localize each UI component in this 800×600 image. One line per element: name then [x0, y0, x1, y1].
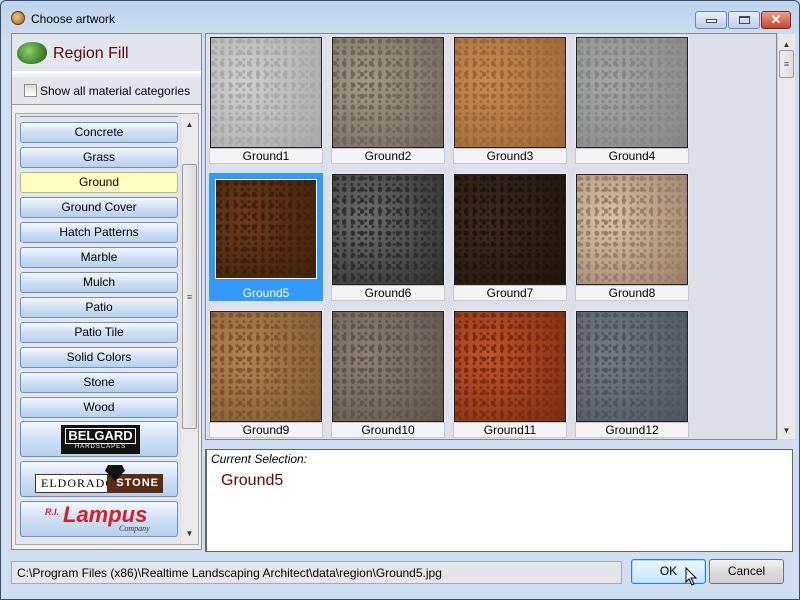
window-title: Choose artwork — [31, 12, 116, 26]
brand-button-eldorado-stone[interactable]: ELDORADO STONE — [20, 461, 178, 497]
category-button-ground[interactable]: Ground — [20, 172, 178, 193]
lampus-sub: Company — [119, 524, 150, 533]
category-button-grass[interactable]: Grass — [20, 147, 178, 168]
category-list: BELGARD HARDSCAPES ELDORADO STONE R.I. L… — [15, 113, 199, 545]
artwork-tile[interactable]: Ground5 — [209, 173, 323, 301]
artwork-tile[interactable]: Ground7 — [453, 173, 567, 301]
artwork-tile[interactable]: Ground2 — [331, 36, 445, 164]
artwork-scrollbar[interactable]: ▲ ≡ ▼ — [777, 34, 795, 439]
artwork-label: Ground9 — [209, 422, 323, 438]
artwork-label: Ground7 — [453, 285, 567, 301]
artwork-label: Ground4 — [575, 148, 689, 164]
category-button-concrete[interactable]: Concrete — [20, 122, 178, 143]
shrub-icon — [17, 42, 47, 64]
artwork-label: Ground8 — [575, 285, 689, 301]
texture-thumbnail — [454, 174, 566, 285]
category-title: Region Fill — [53, 45, 129, 62]
scroll-thumb[interactable]: ≡ — [182, 164, 197, 429]
minimize-button[interactable] — [695, 11, 727, 29]
scroll-down-icon[interactable]: ▼ — [778, 426, 795, 435]
scroll-up-icon[interactable]: ▲ — [181, 120, 198, 129]
category-panel: Region Fill Show all material categories… — [11, 33, 202, 550]
choose-artwork-dialog: Choose artwork ✕ Region Fill Show all ma… — [0, 0, 800, 600]
artwork-grid: ▲ ≡ ▼ Ground1 Ground2 Ground3 Ground4 Ground… — [205, 33, 795, 440]
mouse-cursor-icon — [685, 567, 698, 586]
eldorado-text: ELDORADO — [41, 476, 115, 490]
texture-thumbnail — [454, 311, 566, 422]
maximize-button[interactable] — [728, 11, 760, 29]
belgard-sub: HARDSCAPES — [74, 444, 127, 450]
scroll-up-icon[interactable]: ▲ — [778, 40, 795, 49]
category-button-solid-colors[interactable]: Solid Colors — [20, 347, 178, 368]
artwork-label: Ground5 — [209, 285, 323, 301]
artwork-label: Ground11 — [453, 422, 567, 438]
texture-thumbnail — [576, 37, 688, 148]
belgard-text: BELGARD — [65, 428, 136, 444]
texture-thumbnail — [332, 311, 444, 422]
maximize-icon — [738, 16, 750, 24]
artwork-tile[interactable]: Ground9 — [209, 310, 323, 438]
minimize-icon — [705, 19, 717, 23]
texture-thumbnail — [215, 179, 317, 279]
brand-button-belgard[interactable]: BELGARD HARDSCAPES — [20, 421, 178, 457]
artwork-label: Ground3 — [453, 148, 567, 164]
scroll-down-icon[interactable]: ▼ — [181, 529, 198, 538]
list-divider — [20, 116, 178, 117]
category-button-wood[interactable]: Wood — [20, 397, 178, 418]
texture-thumbnail — [454, 37, 566, 148]
belgard-logo: BELGARD HARDSCAPES — [61, 425, 140, 454]
cancel-button[interactable]: Cancel — [709, 559, 784, 584]
artwork-label: Ground10 — [331, 422, 445, 438]
show-all-row[interactable]: Show all material categories — [12, 77, 201, 105]
show-all-label[interactable]: Show all material categories — [40, 84, 190, 98]
artwork-tile[interactable]: Ground10 — [331, 310, 445, 438]
current-selection-label: Current Selection: — [211, 452, 308, 466]
category-button-stone[interactable]: Stone — [20, 372, 178, 393]
brand-button-lampus[interactable]: R.I. Lampus Company — [20, 501, 178, 537]
category-button-ground-cover[interactable]: Ground Cover — [20, 197, 178, 218]
texture-thumbnail — [210, 311, 322, 422]
artwork-tile[interactable]: Ground6 — [331, 173, 445, 301]
category-header: Region Fill — [12, 34, 201, 74]
lampus-pre: R.I. — [45, 507, 60, 517]
artwork-tile[interactable]: Ground12 — [575, 310, 689, 438]
category-button-hatch-patterns[interactable]: Hatch Patterns — [20, 222, 178, 243]
category-button-patio-tile[interactable]: Patio Tile — [20, 322, 178, 343]
artwork-label: Ground1 — [209, 148, 323, 164]
texture-thumbnail — [576, 174, 688, 285]
file-path-field: C:\Program Files (x86)\Realtime Landscap… — [11, 561, 622, 584]
close-icon: ✕ — [770, 12, 782, 27]
category-button-marble[interactable]: Marble — [20, 247, 178, 268]
artwork-tile[interactable]: Ground11 — [453, 310, 567, 438]
current-selection-panel: Current Selection: Ground5 — [205, 449, 793, 552]
scroll-thumb[interactable]: ≡ — [779, 50, 794, 78]
texture-thumbnail — [332, 174, 444, 285]
current-selection-value: Ground5 — [221, 472, 284, 489]
category-button-patio[interactable]: Patio — [20, 297, 178, 318]
category-scrollbar[interactable]: ▲ ≡ ▼ — [180, 114, 198, 544]
artwork-tile[interactable]: Ground1 — [209, 36, 323, 164]
artwork-tile[interactable]: Ground4 — [575, 36, 689, 164]
artwork-label: Ground2 — [331, 148, 445, 164]
app-icon — [11, 11, 25, 25]
artwork-tile[interactable]: Ground3 — [453, 36, 567, 164]
artwork-label: Ground12 — [575, 422, 689, 438]
texture-thumbnail — [576, 311, 688, 422]
show-all-checkbox[interactable] — [24, 84, 37, 97]
texture-thumbnail — [210, 37, 322, 148]
artwork-tile[interactable]: Ground8 — [575, 173, 689, 301]
artwork-label: Ground6 — [331, 285, 445, 301]
eldorado-logo: ELDORADO STONE — [35, 474, 163, 493]
category-button-mulch[interactable]: Mulch — [20, 272, 178, 293]
close-button[interactable]: ✕ — [761, 11, 791, 29]
texture-thumbnail — [332, 37, 444, 148]
